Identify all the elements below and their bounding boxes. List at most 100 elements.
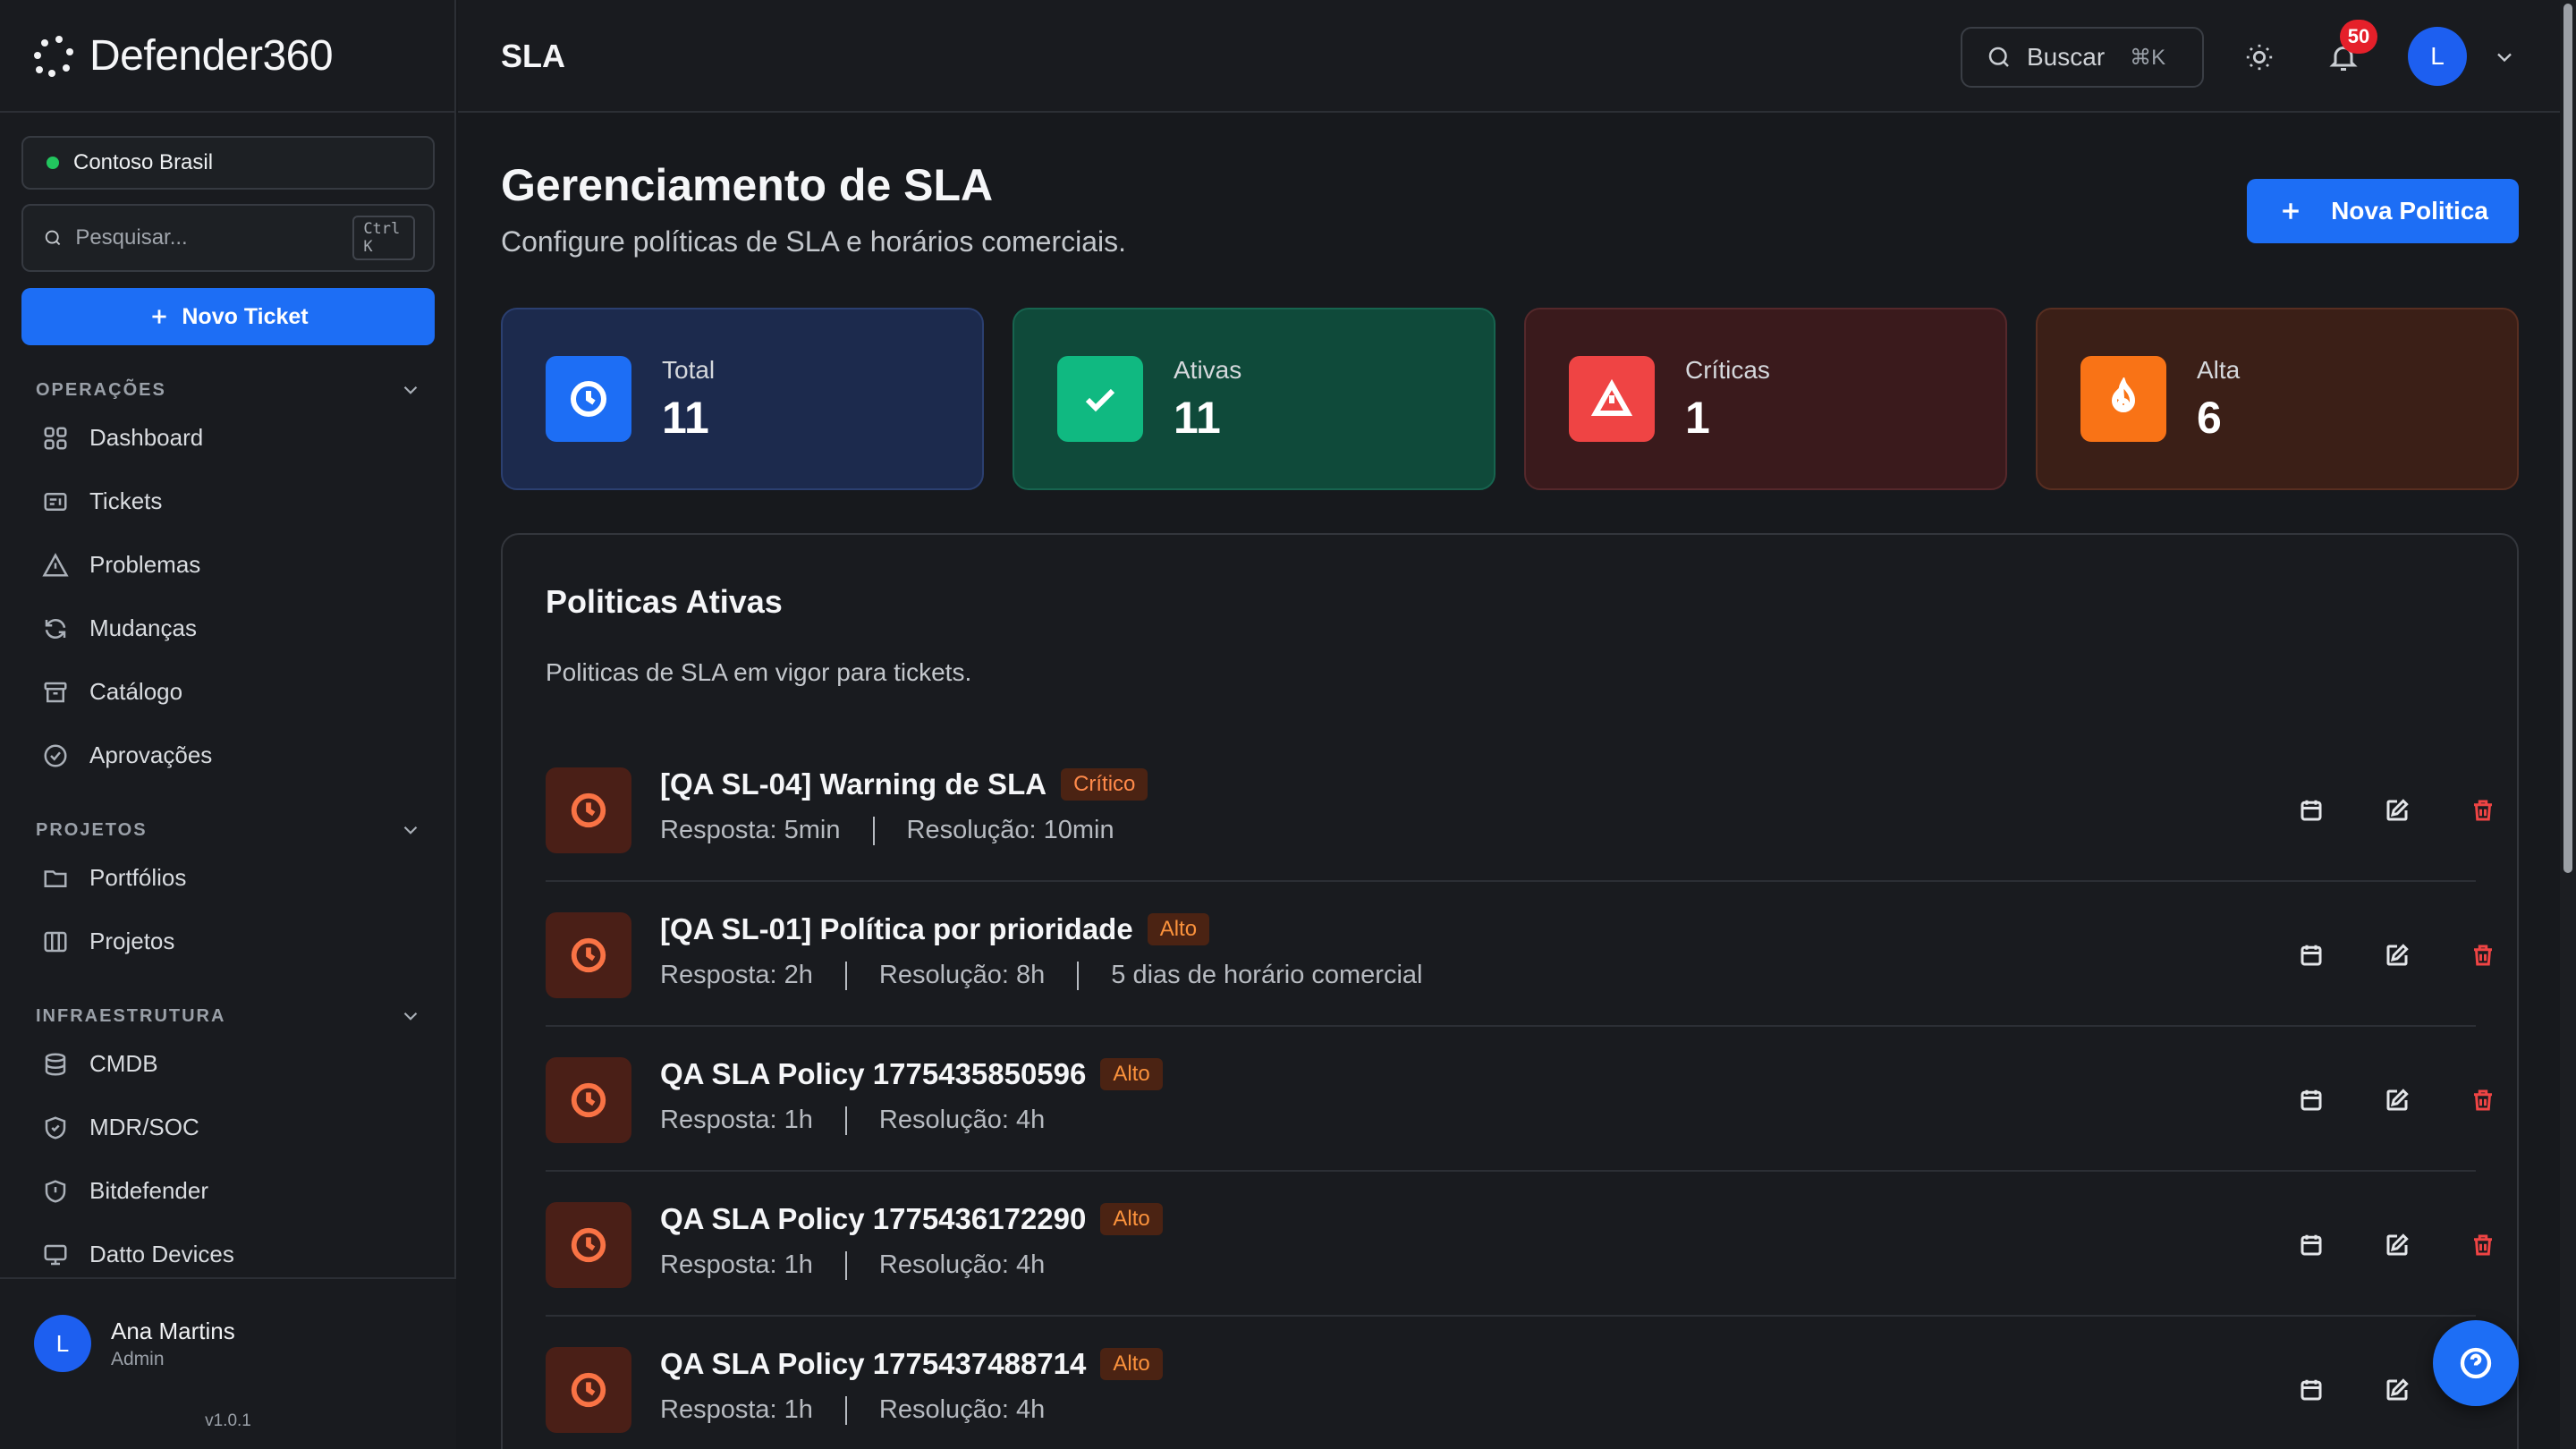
alert-triangle-icon — [1569, 356, 1655, 442]
policies-panel: Politicas Ativas Politicas de SLA em vig… — [501, 533, 2519, 1449]
calendar-icon — [2301, 1234, 2322, 1256]
delete-button[interactable] — [2460, 932, 2506, 979]
theme-toggle-button[interactable] — [2241, 39, 2277, 75]
edit-icon — [2386, 1233, 2409, 1256]
meta-divider — [844, 1106, 847, 1135]
policy-name: QA SLA Policy 1775437488714 — [660, 1347, 1087, 1380]
scrollbar-thumb[interactable] — [2563, 4, 2572, 873]
sidebar-footer: L Ana Martins Admin v1.0.1 — [0, 1277, 456, 1449]
user-name: Ana Martins — [111, 1317, 235, 1344]
policy-resolution-time: Resolução: 4h — [878, 1250, 1046, 1279]
brand[interactable]: Defender360 — [0, 0, 454, 113]
edit-button[interactable] — [2374, 932, 2420, 979]
stat-card-criticas: Críticas 1 — [1524, 308, 2007, 490]
trash-icon — [2474, 945, 2492, 966]
page-subtitle: Configure políticas de SLA e horários co… — [501, 225, 1127, 258]
schedule-button[interactable] — [2288, 787, 2334, 834]
global-search-button[interactable]: Buscar ⌘K — [1961, 27, 2204, 88]
policy-row[interactable]: [QA SL-04] Warning de SLA Crítico Respos… — [546, 737, 2492, 882]
columns-icon — [44, 931, 67, 952]
folder-icon — [44, 869, 67, 887]
help-button[interactable] — [2433, 1320, 2519, 1406]
nav-section-infraestrutura: INFRAESTRUTURA CMDB MDR/SOC Bitdefender … — [36, 1000, 422, 1286]
nav-section-title: OPERAÇÕES — [36, 379, 166, 400]
check-icon — [1057, 356, 1143, 442]
stat-label: Total — [662, 356, 716, 384]
database-icon — [45, 1053, 66, 1076]
nav-section-header[interactable]: OPERAÇÕES — [36, 374, 422, 406]
delete-button[interactable] — [2460, 787, 2506, 834]
nav-section-header[interactable]: PROJETOS — [36, 814, 422, 846]
page-title: Gerenciamento de SLA — [501, 160, 994, 210]
policy-name: QA SLA Policy 1775436172290 — [660, 1202, 1087, 1235]
nav-section-title: PROJETOS — [36, 819, 148, 840]
policy-row[interactable]: [QA SL-01] Política por prioridade Alto … — [546, 882, 2492, 1027]
sidebar-search[interactable]: Ctrl K — [21, 204, 435, 272]
main-content: Gerenciamento de SLA Configure políticas… — [458, 114, 2560, 1449]
policy-row[interactable]: QA SLA Policy 1775437488714 Alto Respost… — [546, 1317, 2492, 1449]
sidebar-item-aprovacoes[interactable]: Aprovações — [39, 724, 422, 787]
sidebar-item-cmdb[interactable]: CMDB — [39, 1032, 422, 1096]
schedule-button[interactable] — [2288, 1077, 2334, 1123]
org-selector[interactable]: Contoso Brasil — [21, 136, 435, 190]
edit-button[interactable] — [2374, 787, 2420, 834]
sidebar-item-catalogo[interactable]: Catálogo — [39, 660, 422, 724]
sidebar-item-mudancas[interactable]: Mudanças — [39, 597, 422, 660]
policy-name: [QA SL-04] Warning de SLA — [660, 767, 1047, 801]
avatar[interactable]: L — [2408, 27, 2467, 86]
schedule-button[interactable] — [2288, 932, 2334, 979]
brand-name: Defender360 — [89, 31, 334, 80]
grid-icon — [44, 427, 67, 449]
nav-section-header[interactable]: INFRAESTRUTURA — [36, 1000, 422, 1032]
edit-icon — [2386, 944, 2409, 966]
sidebar-item-tickets[interactable]: Tickets — [39, 470, 422, 533]
schedule-button[interactable] — [2288, 1222, 2334, 1268]
sidebar-item-dashboard[interactable]: Dashboard — [39, 406, 422, 470]
sidebar-item-label: Portfólios — [89, 864, 187, 891]
edit-button[interactable] — [2374, 1222, 2420, 1268]
stat-card-total: Total 11 — [501, 308, 984, 490]
meta-divider — [1077, 961, 1080, 990]
sidebar-item-label: Aprovações — [89, 741, 213, 768]
delete-button[interactable] — [2460, 1222, 2506, 1268]
sidebar-item-projetos[interactable]: Projetos — [39, 910, 422, 973]
sidebar-item-mdr-soc[interactable]: MDR/SOC — [39, 1096, 422, 1159]
monitor-icon — [44, 1244, 67, 1265]
sidebar-item-bitdefender[interactable]: Bitdefender — [39, 1159, 422, 1223]
meta-divider — [844, 1395, 847, 1425]
help-circle-icon — [2460, 1347, 2492, 1379]
topbar: SLA Buscar ⌘K 50 L — [458, 0, 2560, 113]
sidebar-item-label: Mudanças — [89, 614, 197, 641]
panel-subtitle: Politicas de SLA em vigor para tickets. — [546, 658, 972, 686]
sidebar-item-portfolios[interactable]: Portfólios — [39, 846, 422, 910]
policy-row[interactable]: QA SLA Policy 1775436172290 Alto Respost… — [546, 1172, 2492, 1317]
chevron-down-icon — [2497, 53, 2512, 63]
brand-logo-icon — [29, 32, 75, 79]
user-profile[interactable]: L Ana Martins Admin — [34, 1315, 235, 1372]
clock-icon — [546, 1202, 631, 1288]
sidebar-search-input[interactable] — [75, 225, 353, 250]
edit-button[interactable] — [2374, 1077, 2420, 1123]
delete-button[interactable] — [2460, 1077, 2506, 1123]
refresh-icon — [45, 618, 66, 639]
shield-icon — [45, 1179, 66, 1203]
policy-response-time: Resposta: 5min — [660, 816, 841, 844]
trash-icon — [2474, 1089, 2492, 1111]
edit-icon — [2386, 1089, 2409, 1111]
policy-row[interactable]: QA SLA Policy 1775435850596 Alto Respost… — [546, 1027, 2492, 1172]
app-version: v1.0.1 — [205, 1411, 251, 1430]
edit-button[interactable] — [2374, 1367, 2420, 1413]
sidebar-item-label: Projetos — [89, 928, 175, 954]
policy-response-time: Resposta: 2h — [660, 961, 813, 989]
new-ticket-button[interactable]: Novo Ticket — [21, 288, 435, 345]
sidebar-item-problemas[interactable]: Problemas — [39, 533, 422, 597]
user-menu-toggle[interactable] — [2487, 39, 2522, 75]
check-circle-icon — [44, 744, 67, 767]
new-policy-button[interactable]: Nova Politica — [2247, 179, 2519, 243]
meta-divider — [872, 816, 875, 845]
schedule-button[interactable] — [2288, 1367, 2334, 1413]
global-search-label: Buscar — [2027, 43, 2106, 71]
stat-card-alta: Alta 6 — [2036, 308, 2519, 490]
search-shortcut-hint: Ctrl K — [352, 216, 415, 260]
priority-badge: Crítico — [1061, 768, 1148, 801]
